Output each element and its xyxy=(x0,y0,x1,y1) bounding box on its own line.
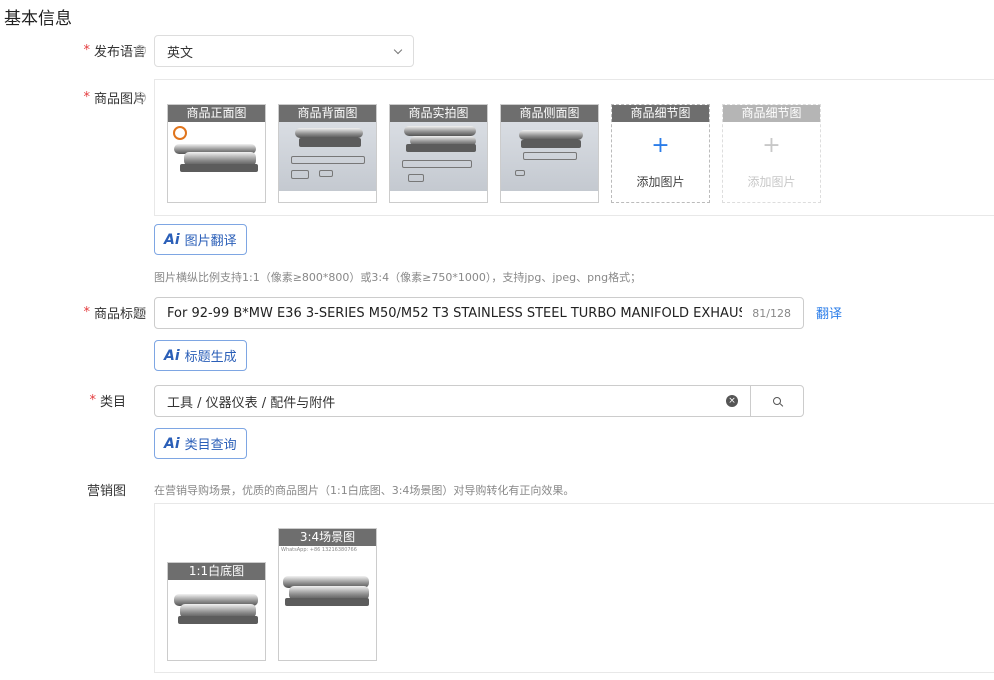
image-slot-caption: 商品实拍图 xyxy=(390,105,487,122)
marketing-hint: 在营销导购场景，优质的商品图片（1:1白底图、3:4场景图）对导购转化有正向效果… xyxy=(154,484,575,497)
product-photo: WhatsApp: +86 13216380766 xyxy=(279,546,376,660)
clear-icon[interactable]: × xyxy=(726,395,738,407)
translate-link[interactable]: 翻译 xyxy=(816,303,842,322)
product-photo xyxy=(168,580,265,649)
ai-icon: Ai xyxy=(164,435,180,452)
language-select[interactable]: 英文 xyxy=(154,35,414,67)
help-icon[interactable]: ? xyxy=(135,92,146,103)
title-input[interactable]: For 92-99 B*MW E36 3-SERIES M50/M52 T3 S… xyxy=(154,297,804,329)
image-slot-caption: 商品细节图 xyxy=(723,105,820,122)
image-slot-real[interactable]: 商品实拍图 xyxy=(389,104,488,203)
image-format-hint: 图片横纵比例支持1:1（像素≥800*800）或3:4（像素≥750*1000）… xyxy=(154,271,642,284)
marketing-slot-caption: 3:4场景图 xyxy=(279,529,376,546)
category-input[interactable]: 工具 / 仪器仪表 / 配件与附件 × xyxy=(154,385,751,417)
language-select-value: 英文 xyxy=(167,45,194,61)
image-slot-caption: 商品背面图 xyxy=(279,105,376,122)
ai-icon: Ai xyxy=(164,231,180,248)
image-slot-caption: 商品正面图 xyxy=(168,105,265,122)
chevron-down-icon xyxy=(393,45,403,54)
warning-icon xyxy=(173,126,187,140)
ai-icon: Ai xyxy=(164,347,180,364)
product-photo xyxy=(501,122,598,191)
product-photo xyxy=(168,122,265,191)
add-image-label: 添加图片 xyxy=(636,175,685,189)
image-slot-front[interactable]: 商品正面图 xyxy=(167,104,266,203)
image-translate-button[interactable]: Ai 图片翻译 xyxy=(154,224,247,255)
marketing-label: 营销图 xyxy=(86,484,126,499)
image-slot-caption: 商品侧面图 xyxy=(501,105,598,122)
char-count: 81/128 xyxy=(752,306,791,320)
plus-icon: + xyxy=(762,133,781,158)
category-input-value: 工具 / 仪器仪表 / 配件与附件 xyxy=(167,395,336,411)
help-icon[interactable]: ? xyxy=(135,45,146,56)
help-icon[interactable]: ? xyxy=(135,307,146,318)
section-title: 基本信息 xyxy=(4,9,72,29)
title-generate-button[interactable]: Ai 标题生成 xyxy=(154,340,247,371)
image-slot-caption: 商品细节图 xyxy=(612,105,709,122)
product-images-panel: 商品正面图 商品背面图 商品实拍图 商品侧面图 商品细节图 + 添加图片 商品细… xyxy=(154,79,994,216)
marketing-images-panel: 1:1白底图 3:4场景图 WhatsApp: +86 13216380766 xyxy=(154,503,994,673)
product-photo xyxy=(279,122,376,191)
image-slot-side[interactable]: 商品侧面图 xyxy=(500,104,599,203)
category-search-button[interactable] xyxy=(750,385,804,417)
product-photo xyxy=(390,122,487,191)
image-slot-detail-add[interactable]: 商品细节图 + 添加图片 xyxy=(611,104,710,203)
marketing-slot-scene[interactable]: 3:4场景图 WhatsApp: +86 13216380766 xyxy=(278,528,377,661)
add-image-label: 添加图片 xyxy=(747,175,796,189)
marketing-slot-white[interactable]: 1:1白底图 xyxy=(167,562,266,661)
photo-watermark-text: WhatsApp: +86 13216380766 xyxy=(281,547,357,553)
plus-icon: + xyxy=(651,133,670,158)
marketing-slot-caption: 1:1白底图 xyxy=(168,563,265,580)
search-icon xyxy=(773,397,781,405)
title-input-value: For 92-99 B*MW E36 3-SERIES M50/M52 T3 S… xyxy=(167,305,743,321)
category-query-button[interactable]: Ai 类目查询 xyxy=(154,428,247,459)
category-label: * 类目 xyxy=(89,393,126,410)
image-slot-detail-disabled: 商品细节图 + 添加图片 xyxy=(722,104,821,203)
image-slot-back[interactable]: 商品背面图 xyxy=(278,104,377,203)
